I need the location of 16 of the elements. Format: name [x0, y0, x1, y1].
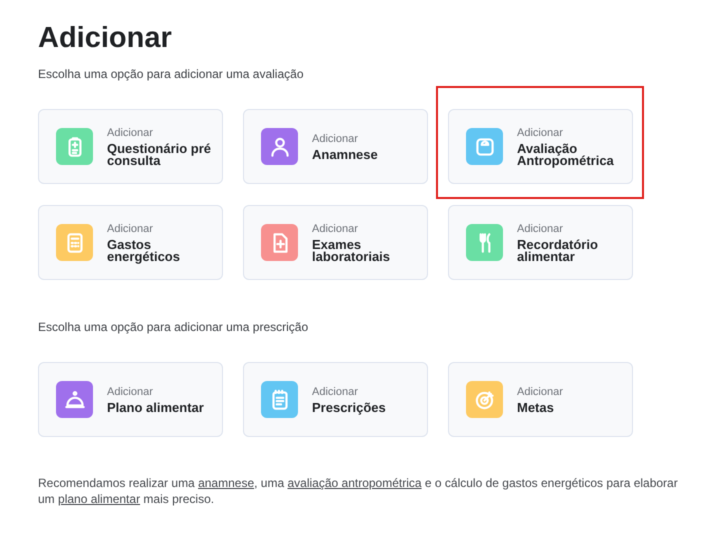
option-card[interactable]: Adicionar Exames laboratoriais — [243, 205, 428, 280]
option-card[interactable]: Adicionar Anamnese — [243, 109, 428, 184]
option-card[interactable]: Adicionar Plano alimentar — [38, 362, 223, 437]
option-card[interactable]: Adicionar Metas — [448, 362, 633, 437]
option-card[interactable]: Adicionar Questionário pré consulta — [38, 109, 223, 184]
inline-link[interactable]: plano alimentar — [58, 492, 140, 506]
option-card[interactable]: Adicionar Prescrições — [243, 362, 428, 437]
page-title: Adicionar — [38, 21, 173, 56]
option-card[interactable]: Adicionar Avaliação Antropométrica — [448, 109, 633, 184]
section-label: Escolha uma opção para adicionar uma avaliação — [38, 66, 304, 83]
recommendation-text: Recomendamos realizar uma anamnese, uma avaliação antropométrica e o cálculo de gastos energéticos para elaborar um plano alimentar mais preciso. — [38, 475, 678, 507]
inline-link[interactable]: anamnese — [198, 476, 254, 490]
inline-link[interactable]: avaliação antropométrica — [287, 476, 422, 490]
section-label: Escolha uma opção para adicionar uma prescrição — [38, 319, 310, 336]
option-card[interactable]: Adicionar Recordatório alimentar — [448, 205, 633, 280]
option-card[interactable]: Adicionar Gastos energéticos — [38, 205, 223, 280]
